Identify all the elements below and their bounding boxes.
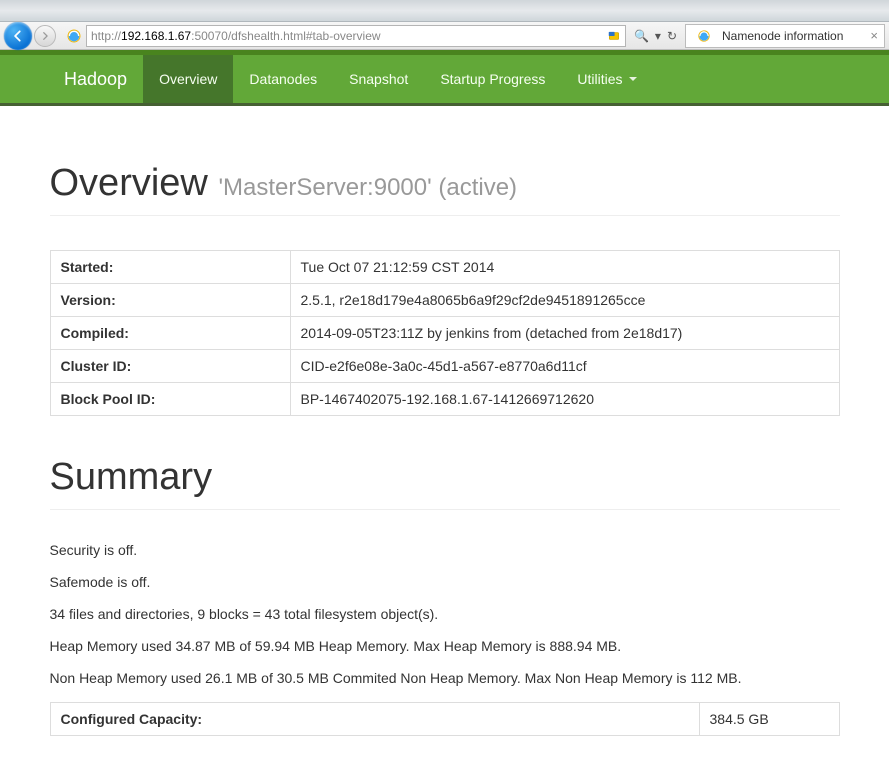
browser-nav-icons: 🔍 ▾ ↻: [632, 29, 679, 43]
nav-item-datanodes[interactable]: Datanodes: [233, 55, 333, 103]
browser-tab[interactable]: Namenode information ×: [685, 24, 885, 48]
row-value: BP-1467402075-192.168.1.67-1412669712620: [290, 383, 839, 416]
summary-line: Non Heap Memory used 26.1 MB of 30.5 MB …: [50, 670, 840, 686]
nav-item-overview[interactable]: Overview: [143, 55, 233, 103]
row-value: CID-e2f6e08e-3a0c-45d1-a567-e8770a6d11cf: [290, 350, 839, 383]
table-row: Version: 2.5.1, r2e18d179e4a8065b6a9f29c…: [50, 284, 839, 317]
ie-icon: [696, 28, 712, 44]
overview-table: Started: Tue Oct 07 21:12:59 CST 2014 Ve…: [50, 250, 840, 416]
row-value: Tue Oct 07 21:12:59 CST 2014: [290, 251, 839, 284]
summary-line: Safemode is off.: [50, 574, 840, 590]
page-title-overview: Overview 'MasterServer:9000' (active): [50, 162, 840, 216]
tab-title: Namenode information: [722, 29, 843, 43]
table-row: Configured Capacity: 384.5 GB: [50, 703, 839, 736]
summary-line: Security is off.: [50, 542, 840, 558]
ie-icon: [66, 28, 82, 44]
address-bar[interactable]: http://192.168.1.67:50070/dfshealth.html…: [86, 25, 626, 47]
row-key: Configured Capacity:: [50, 703, 699, 736]
chevron-down-icon: [629, 77, 637, 81]
row-value: 384.5 GB: [699, 703, 839, 736]
capacity-table: Configured Capacity: 384.5 GB: [50, 702, 840, 736]
os-taskbar-blur: [0, 0, 889, 22]
url-text: http://192.168.1.67:50070/dfshealth.html…: [91, 29, 381, 43]
search-dropdown-icon[interactable]: ▾: [653, 29, 663, 43]
summary-line: Heap Memory used 34.87 MB of 59.94 MB He…: [50, 638, 840, 654]
row-key: Version:: [50, 284, 290, 317]
arrow-right-icon: [40, 31, 50, 41]
content-container: Overview 'MasterServer:9000' (active) St…: [30, 162, 860, 766]
row-key: Compiled:: [50, 317, 290, 350]
back-button[interactable]: [4, 22, 32, 50]
row-value: 2.5.1, r2e18d179e4a8065b6a9f29cf2de94518…: [290, 284, 839, 317]
browser-chrome: http://192.168.1.67:50070/dfshealth.html…: [0, 22, 889, 50]
compat-view-icon[interactable]: [607, 29, 621, 43]
forward-button[interactable]: [34, 25, 56, 47]
summary-line: 34 files and directories, 9 blocks = 43 …: [50, 606, 840, 622]
table-row: Started: Tue Oct 07 21:12:59 CST 2014: [50, 251, 839, 284]
row-key: Block Pool ID:: [50, 383, 290, 416]
row-key: Cluster ID:: [50, 350, 290, 383]
row-key: Started:: [50, 251, 290, 284]
search-icon[interactable]: 🔍: [632, 29, 651, 43]
table-row: Block Pool ID: BP-1467402075-192.168.1.6…: [50, 383, 839, 416]
row-value: 2014-09-05T23:11Z by jenkins from (detac…: [290, 317, 839, 350]
nav-item-snapshot[interactable]: Snapshot: [333, 55, 424, 103]
table-row: Cluster ID: CID-e2f6e08e-3a0c-45d1-a567-…: [50, 350, 839, 383]
nav-item-startup-progress[interactable]: Startup Progress: [424, 55, 561, 103]
brand[interactable]: Hadoop: [48, 55, 143, 103]
navbar: Hadoop Overview Datanodes Snapshot Start…: [0, 50, 889, 106]
table-row: Compiled: 2014-09-05T23:11Z by jenkins f…: [50, 317, 839, 350]
page-title-summary: Summary: [50, 456, 840, 510]
nav-item-utilities[interactable]: Utilities: [561, 55, 652, 103]
overview-heading: Overview: [50, 162, 208, 204]
overview-subtitle: 'MasterServer:9000' (active): [218, 174, 517, 201]
refresh-icon[interactable]: ↻: [665, 29, 679, 43]
tab-close-icon[interactable]: ×: [870, 28, 878, 43]
arrow-left-icon: [11, 29, 25, 43]
nav-item-utilities-label: Utilities: [577, 71, 622, 87]
summary-lines: Security is off. Safemode is off. 34 fil…: [50, 542, 840, 686]
